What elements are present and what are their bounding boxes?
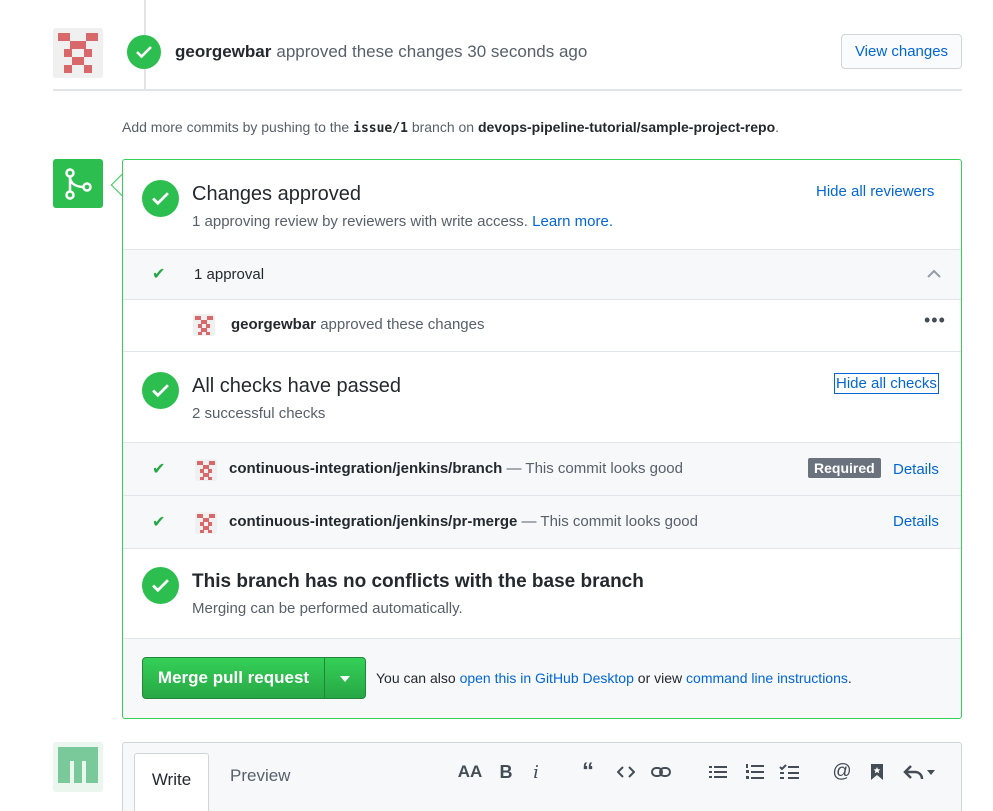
reply-icon[interactable]	[902, 760, 938, 784]
avatar	[195, 512, 217, 534]
merge-pull-request-button[interactable]: Merge pull request	[143, 658, 325, 698]
task-list-icon[interactable]	[778, 760, 800, 784]
check-circle-icon	[127, 35, 161, 69]
reviewer-name[interactable]: georgewbar	[231, 316, 316, 333]
code-icon[interactable]	[615, 760, 637, 784]
also-suffix: .	[847, 670, 852, 686]
details-link[interactable]: Details	[893, 461, 939, 478]
italic-icon[interactable]: i	[529, 760, 543, 784]
checks-subtitle: 2 successful checks	[192, 405, 326, 422]
reviewer-row: georgewbar approved these changes •••	[123, 299, 961, 351]
reviewer-text: approved these changes	[320, 316, 485, 333]
also-prefix: You can also	[376, 670, 456, 686]
check-circle-icon	[142, 372, 179, 409]
saved-reply-icon[interactable]	[868, 760, 886, 784]
caret-down-icon	[340, 669, 350, 687]
check-circle-icon	[142, 180, 179, 217]
hide-all-reviewers-link[interactable]: Hide all reviewers	[816, 183, 934, 200]
check-icon: ✔	[152, 266, 166, 283]
checks-title: All checks have passed	[192, 375, 402, 397]
chevron-up-icon[interactable]	[927, 266, 941, 284]
check-name: continuous-integration/jenkins/branch	[229, 460, 503, 477]
repo-name: devops-pipeline-tutorial/sample-project-…	[477, 119, 776, 135]
merge-button-group: Merge pull request	[142, 657, 366, 699]
merge-options-dropdown[interactable]	[325, 658, 365, 698]
heading-icon[interactable]: AA	[458, 760, 483, 784]
check-description: continuous-integration/jenkins/pr-merge …	[229, 513, 698, 530]
learn-more-link[interactable]: Learn more.	[532, 213, 613, 230]
review-text: approved these changes 30 seconds ago	[276, 42, 588, 61]
tab-write[interactable]: Write	[134, 753, 209, 811]
push-note-suffix: .	[775, 119, 780, 135]
or-view-text: or view	[637, 670, 683, 686]
github-desktop-link[interactable]: open this in GitHub Desktop	[460, 670, 634, 686]
details-link[interactable]: Details	[893, 513, 939, 530]
check-desc: — This commit looks good	[521, 513, 698, 530]
conflicts-subtitle: Merging can be performed automatically.	[192, 600, 463, 617]
conflicts-title: This branch has no conflicts with the ba…	[192, 571, 644, 592]
tab-preview[interactable]: Preview	[230, 766, 290, 786]
mention-icon[interactable]: @	[831, 760, 853, 784]
changes-approved-title: Changes approved	[192, 183, 362, 205]
push-note-prefix: Add more commits by pushing to the	[122, 119, 350, 135]
conflicts-section	[123, 548, 961, 638]
bold-icon[interactable]: B	[497, 760, 515, 784]
changes-approved-subtitle: 1 approving review by reviewers with wri…	[192, 213, 613, 230]
branch-name: issue/1	[353, 121, 408, 136]
divider	[53, 89, 962, 91]
avatar[interactable]	[53, 742, 103, 792]
push-note: Add more commits by pushing to the issue…	[122, 119, 779, 136]
required-badge: Required	[808, 458, 881, 478]
reviewer-name[interactable]: georgewbar	[175, 42, 271, 62]
view-changes-button[interactable]: View changes	[841, 34, 962, 69]
review-event: georgewbar approved these changes 30 sec…	[127, 34, 587, 70]
check-row: ✔ continuous-integration/jenkins/branch …	[123, 442, 961, 495]
quote-icon[interactable]: “	[577, 758, 599, 785]
approval-count: 1 approval	[194, 266, 265, 283]
check-description: continuous-integration/jenkins/branch — …	[229, 460, 683, 477]
ordered-list-icon[interactable]	[745, 760, 765, 784]
check-desc: — This commit looks good	[506, 460, 683, 477]
link-icon[interactable]	[650, 760, 672, 784]
avatar[interactable]	[193, 314, 215, 336]
command-line-link[interactable]: command line instructions	[686, 670, 848, 686]
check-circle-icon	[142, 567, 179, 604]
push-note-middle: branch on	[411, 119, 475, 135]
merge-alternatives: You can also open this in GitHub Desktop…	[376, 670, 852, 686]
reviewer-entry: georgewbar approved these changes	[231, 316, 485, 333]
check-icon: ✔	[152, 461, 166, 478]
avatar	[195, 459, 217, 481]
check-name: continuous-integration/jenkins/pr-merge	[229, 513, 518, 530]
approved-subtitle-text: 1 approving review by reviewers with wri…	[192, 213, 528, 230]
unordered-list-icon[interactable]	[708, 760, 728, 784]
hide-all-checks-link[interactable]: Hide all checks	[834, 373, 939, 394]
more-options-icon[interactable]: •••	[924, 310, 946, 331]
avatar[interactable]	[53, 28, 103, 78]
git-merge-icon	[53, 159, 103, 208]
check-icon: ✔	[152, 514, 166, 531]
approval-summary-row[interactable]: ✔ 1 approval	[123, 249, 961, 299]
check-row: ✔ continuous-integration/jenkins/pr-merg…	[123, 495, 961, 548]
